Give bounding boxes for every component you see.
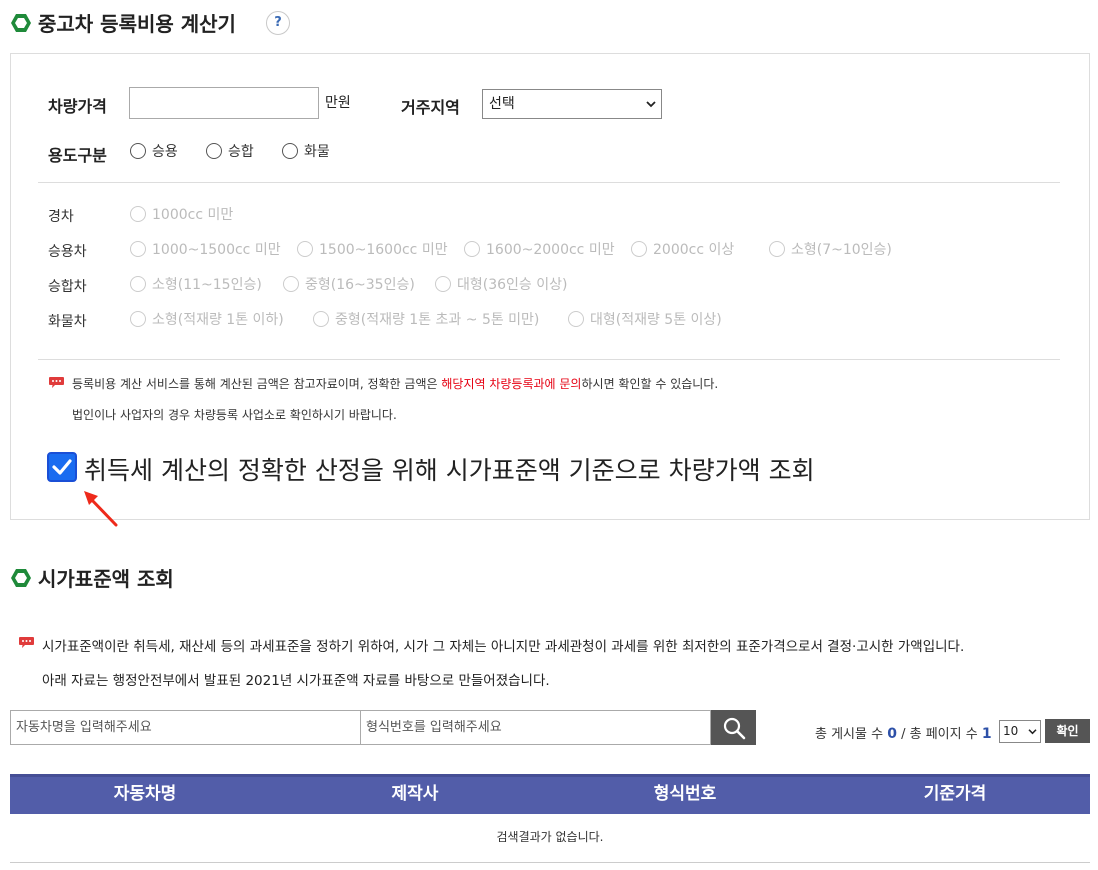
- category-option[interactable]: 소형(7~10인승): [769, 239, 892, 259]
- pagination-info: 총 게시물 수 0 / 총 페이지 수 1: [815, 726, 992, 742]
- confirm-button[interactable]: 확인: [1045, 719, 1090, 743]
- column-header-manufacturer[interactable]: 제작사: [280, 777, 550, 811]
- category-option-label: 소형(7~10인승): [791, 242, 892, 258]
- category-option[interactable]: 소형(적재량 1톤 이하): [130, 309, 284, 329]
- chevron-down-icon: [1028, 729, 1037, 735]
- search-icon: [723, 717, 746, 740]
- car-name-search-input[interactable]: 자동차명을 입력해주세요: [10, 710, 361, 745]
- radio-icon[interactable]: [130, 241, 146, 257]
- radio-icon[interactable]: [631, 241, 647, 257]
- category-option[interactable]: 1000cc 미만: [130, 204, 233, 224]
- column-header-car-name[interactable]: 자동차명: [10, 777, 280, 811]
- calculator-title: 중고차 등록비용 계산기: [38, 12, 236, 36]
- category-label-passenger: 승용차: [48, 244, 87, 260]
- category-option-label: 중형(적재량 1톤 초과 ~ 5톤 미만): [335, 312, 540, 328]
- speech-bubble-icon: [19, 637, 34, 648]
- chevron-down-icon: [646, 101, 656, 108]
- category-option-label: 1000cc 미만: [152, 207, 234, 223]
- category-option-label: 중형(16~35인승): [305, 277, 415, 293]
- total-posts-label: 총 게시물 수: [815, 727, 884, 742]
- market-value-checkbox-label[interactable]: 취득세 계산의 정확한 산정을 위해 시가표준액 기준으로 차량가액 조회: [84, 451, 815, 487]
- total-pages-label: 총 페이지 수: [909, 727, 978, 742]
- category-option-label: 2000cc 이상: [653, 242, 735, 258]
- hexagon-bullet-icon: [11, 569, 31, 587]
- arrow-annotation-icon: [84, 491, 118, 527]
- notice-highlight: 해당지역 차량등록과에 문의: [441, 377, 582, 391]
- category-option-label: 1600~2000cc 미만: [486, 242, 615, 258]
- price-input[interactable]: [129, 87, 319, 119]
- category-option[interactable]: 1000~1500cc 미만: [130, 239, 281, 259]
- result-table-header: 자동차명 제작사 형식번호 기준가격: [10, 774, 1090, 814]
- divider: [38, 359, 1060, 360]
- region-select[interactable]: 선택: [482, 89, 662, 119]
- usage-option-label: 승용: [152, 144, 178, 160]
- lookup-description-2: 아래 자료는 행정안전부에서 발표된 2021년 시가표준액 자료를 바탕으로 …: [42, 673, 550, 689]
- notice-text: 등록비용 계산 서비스를 통해 계산된 금액은 참고자료이며, 정확한 금액은: [72, 377, 442, 391]
- category-option[interactable]: 2000cc 이상: [631, 239, 734, 259]
- radio-icon[interactable]: [464, 241, 480, 257]
- category-option-label: 1000~1500cc 미만: [152, 242, 281, 258]
- market-value-checkbox[interactable]: [47, 452, 77, 482]
- category-option-label: 1500~1600cc 미만: [319, 242, 448, 258]
- radio-icon[interactable]: [206, 143, 222, 159]
- category-option[interactable]: 대형(적재량 5톤 이상): [568, 309, 722, 329]
- lookup-title: 시가표준액 조회: [38, 567, 174, 591]
- usage-option-passenger[interactable]: 승용: [130, 141, 178, 161]
- per-page-value: 10: [1003, 724, 1019, 738]
- help-icon[interactable]: ?: [266, 11, 290, 35]
- empty-result-message: 검색결과가 없습니다.: [496, 830, 604, 844]
- notice-line-2: 법인이나 사업자의 경우 차량등록 사업소로 확인하시기 바랍니다.: [72, 408, 397, 422]
- category-option-label: 소형(11~15인승): [152, 277, 262, 293]
- radio-icon[interactable]: [283, 276, 299, 292]
- radio-icon[interactable]: [435, 276, 451, 292]
- total-pages-count: 1: [981, 726, 992, 742]
- divider: [38, 182, 1060, 183]
- column-header-base-price[interactable]: 기준가격: [820, 777, 1090, 811]
- category-label-van: 승합차: [48, 279, 87, 295]
- price-unit: 만원: [325, 95, 351, 111]
- radio-icon[interactable]: [297, 241, 313, 257]
- region-select-value: 선택: [489, 96, 515, 112]
- column-header-model-number[interactable]: 형식번호: [550, 777, 820, 811]
- per-page-select[interactable]: 10: [999, 720, 1041, 743]
- category-option[interactable]: 1500~1600cc 미만: [297, 239, 448, 259]
- radio-icon[interactable]: [130, 276, 146, 292]
- usage-option-label: 승합: [228, 144, 254, 160]
- category-option[interactable]: 1600~2000cc 미만: [464, 239, 615, 259]
- radio-icon[interactable]: [130, 206, 146, 222]
- radio-icon[interactable]: [282, 143, 298, 159]
- radio-icon[interactable]: [568, 311, 584, 327]
- category-option[interactable]: 중형(적재량 1톤 초과 ~ 5톤 미만): [313, 309, 539, 329]
- category-option-label: 대형(적재량 5톤 이상): [590, 312, 722, 328]
- radio-icon[interactable]: [313, 311, 329, 327]
- result-table-body: 검색결과가 없습니다.: [10, 811, 1090, 863]
- category-label-compact: 경차: [48, 209, 74, 225]
- category-label-truck: 화물차: [48, 314, 87, 330]
- category-option-label: 대형(36인승 이상): [457, 277, 568, 293]
- radio-icon[interactable]: [130, 143, 146, 159]
- category-option[interactable]: 중형(16~35인승): [283, 274, 415, 294]
- model-number-search-input[interactable]: 형식번호를 입력해주세요: [360, 710, 711, 745]
- notice-text: 하시면 확인할 수 있습니다.: [581, 377, 719, 391]
- total-posts-count: 0: [887, 726, 897, 742]
- radio-icon[interactable]: [130, 311, 146, 327]
- usage-option-truck[interactable]: 화물: [282, 141, 330, 161]
- hexagon-bullet-icon: [11, 14, 31, 32]
- usage-label: 용도구분: [48, 146, 107, 165]
- usage-option-label: 화물: [304, 144, 330, 160]
- search-button[interactable]: [711, 710, 756, 745]
- speech-bubble-icon: [49, 377, 64, 388]
- price-label: 차량가격: [48, 97, 107, 116]
- checkmark-icon: [52, 459, 72, 475]
- category-option[interactable]: 대형(36인승 이상): [435, 274, 567, 294]
- category-option[interactable]: 소형(11~15인승): [130, 274, 262, 294]
- usage-option-van[interactable]: 승합: [206, 141, 254, 161]
- radio-icon[interactable]: [769, 241, 785, 257]
- notice-line-1: 등록비용 계산 서비스를 통해 계산된 금액은 참고자료이며, 정확한 금액은 …: [72, 375, 718, 392]
- region-label: 거주지역: [401, 98, 460, 117]
- category-option-label: 소형(적재량 1톤 이하): [152, 312, 284, 328]
- lookup-description-1: 시가표준액이란 취득세, 재산세 등의 과세표준을 정하기 위하여, 시가 그 …: [42, 639, 965, 655]
